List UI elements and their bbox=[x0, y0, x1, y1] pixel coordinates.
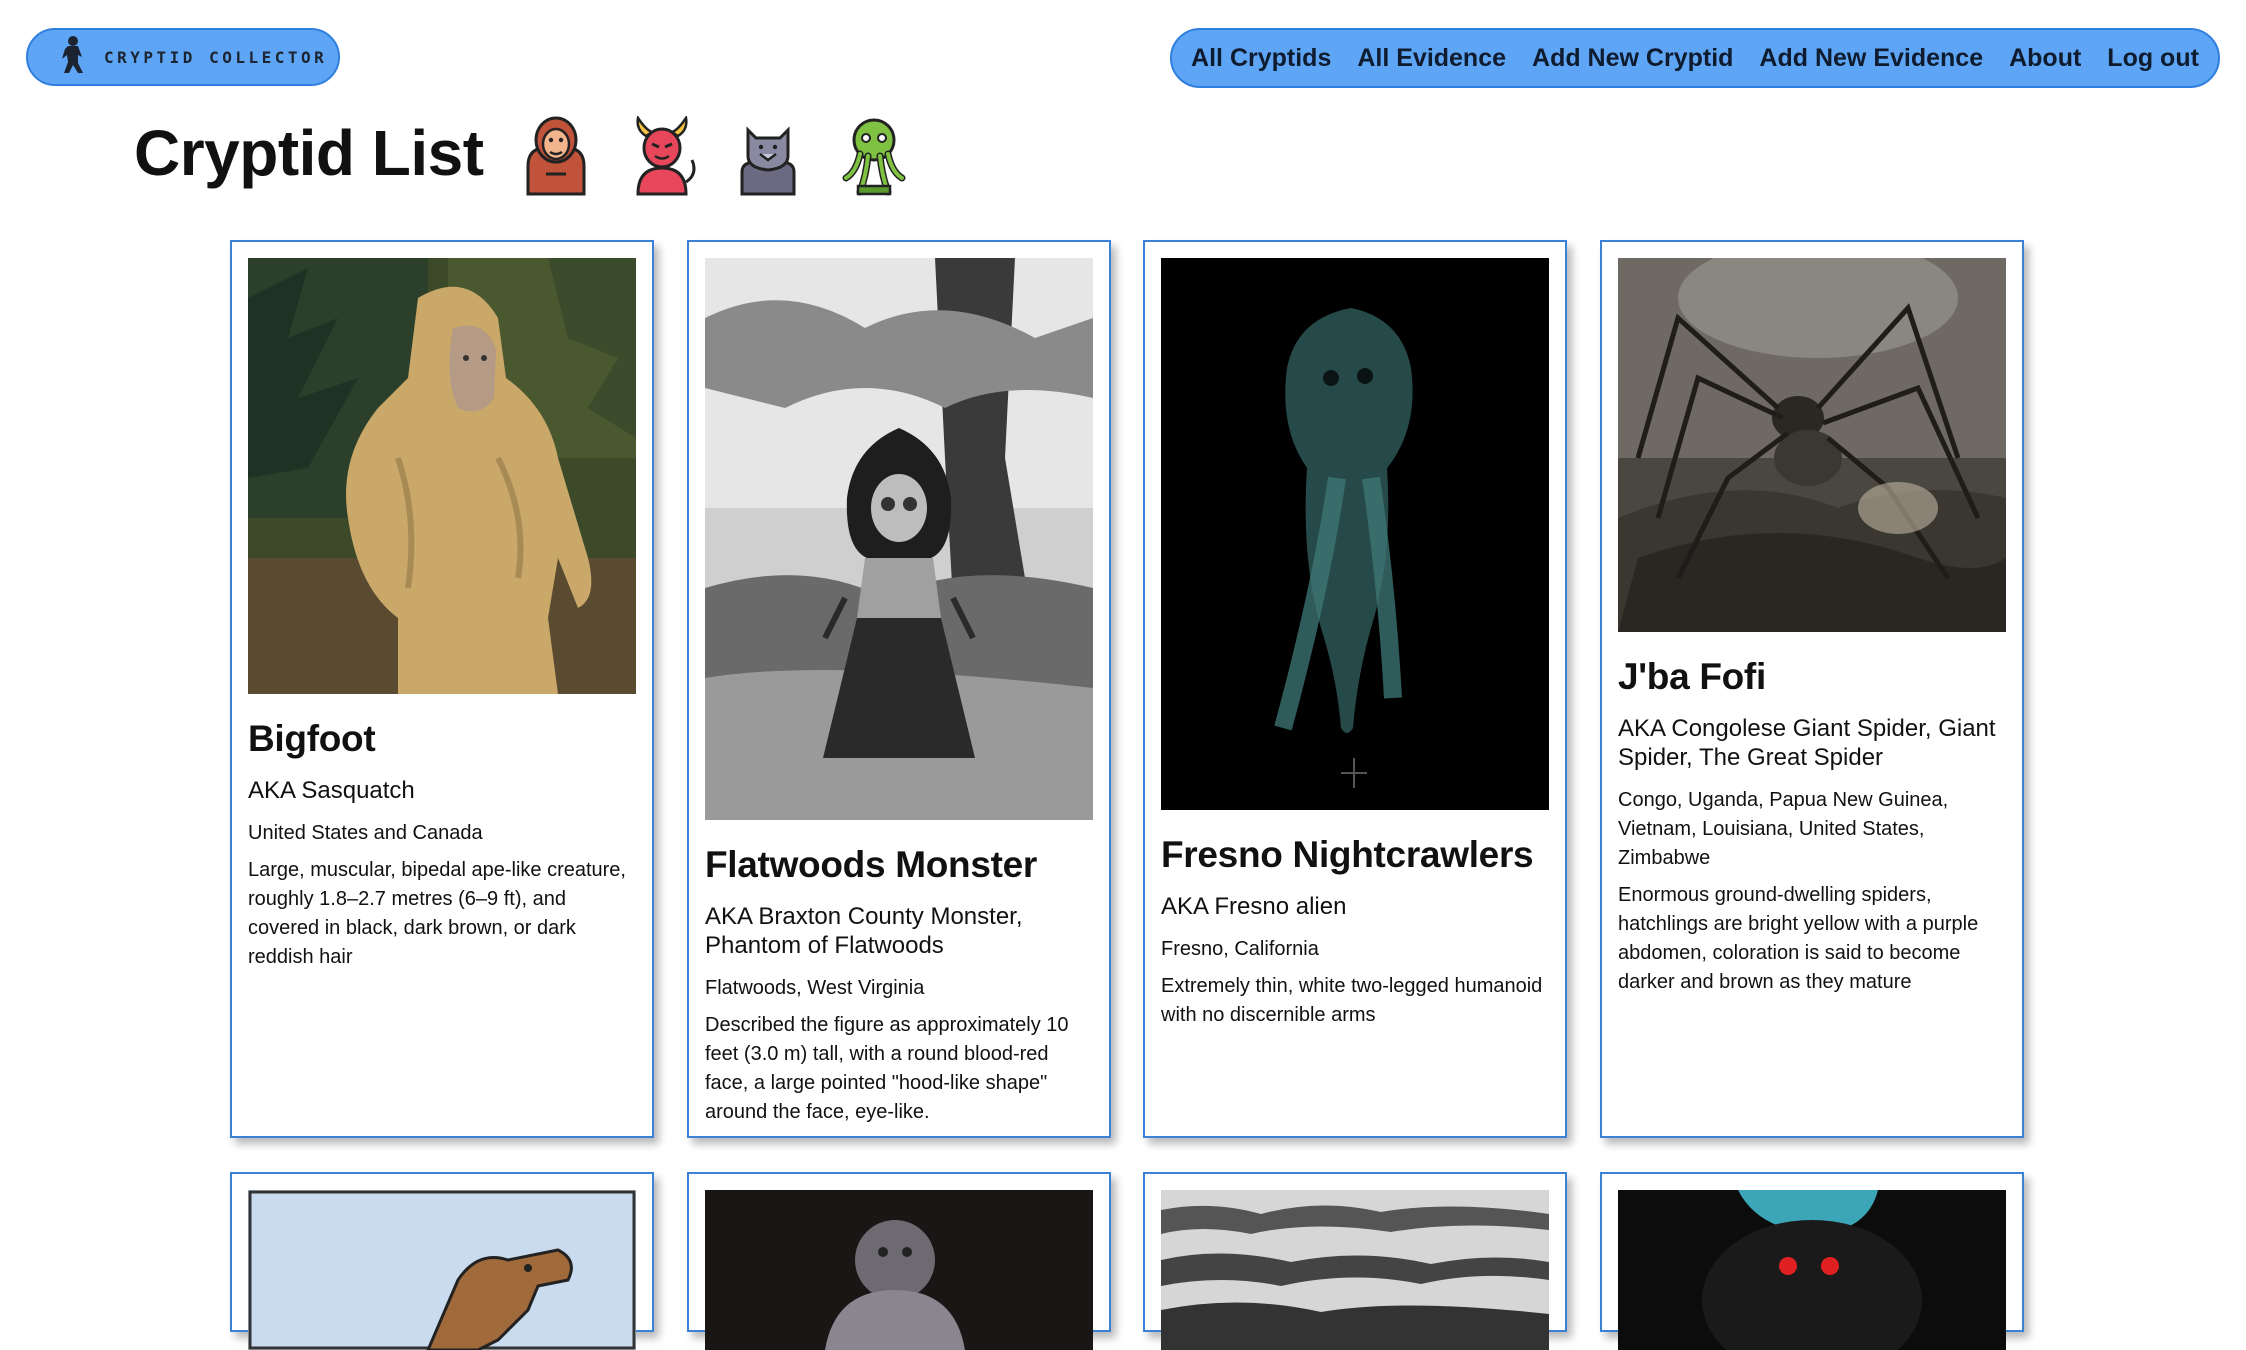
card-body: Flatwoods Monster AKA Braxton County Mon… bbox=[705, 844, 1097, 1127]
cryptid-photo bbox=[248, 1190, 636, 1350]
cryptid-photo bbox=[705, 1190, 1093, 1350]
werewolf-icon bbox=[730, 116, 806, 196]
cryptid-aka: AKA Sasquatch bbox=[248, 777, 415, 804]
cryptid-photo bbox=[1618, 1190, 2006, 1350]
nav-add-new-evidence[interactable]: Add New Evidence bbox=[1759, 44, 1983, 73]
cryptid-photo bbox=[1618, 258, 2006, 632]
cryptid-name: Fresno Nightcrawlers bbox=[1161, 834, 1534, 875]
cthulhu-icon bbox=[836, 116, 912, 196]
logo-text: CRYPTID COLLECTOR bbox=[104, 47, 328, 67]
cryptid-photo bbox=[705, 258, 1093, 820]
card-body: Bigfoot AKA Sasquatch United States and … bbox=[248, 718, 640, 972]
cryptid-aka: AKA Fresno alien bbox=[1161, 893, 1347, 920]
cryptid-card[interactable]: Bigfoot AKA Sasquatch United States and … bbox=[230, 240, 654, 1138]
page-title: Cryptid List bbox=[134, 117, 484, 189]
cryptid-description: Enormous ground-dwelling spiders, hatchl… bbox=[1618, 884, 1979, 993]
cryptid-name: Bigfoot bbox=[248, 718, 376, 759]
nav-add-new-cryptid[interactable]: Add New Cryptid bbox=[1532, 44, 1733, 73]
nav-all-cryptids[interactable]: All Cryptids bbox=[1191, 44, 1331, 73]
cryptid-card[interactable]: J'ba Fofi AKA Congolese Giant Spider, Gi… bbox=[1600, 240, 2024, 1138]
cryptid-card[interactable] bbox=[230, 1172, 654, 1350]
cryptid-location: Fresno, California bbox=[1161, 938, 1319, 960]
bigfoot-face-icon bbox=[518, 116, 594, 196]
nav-log-out[interactable]: Log out bbox=[2107, 44, 2199, 73]
cryptid-name: Flatwoods Monster bbox=[705, 844, 1038, 885]
cryptid-location: Congo, Uganda, Papua New Guinea, Vietnam… bbox=[1618, 789, 1949, 869]
cryptid-photo bbox=[1161, 258, 1549, 810]
nav-all-evidence[interactable]: All Evidence bbox=[1357, 44, 1506, 73]
main-nav: All Cryptids All Evidence Add New Crypti… bbox=[1170, 28, 2220, 88]
cryptid-card[interactable] bbox=[687, 1172, 1111, 1350]
cryptid-card[interactable]: Fresno Nightcrawlers AKA Fresno alien Fr… bbox=[1143, 240, 1567, 1138]
nav-about[interactable]: About bbox=[2009, 44, 2081, 73]
card-body: J'ba Fofi AKA Congolese Giant Spider, Gi… bbox=[1618, 656, 2010, 997]
cryptid-card[interactable] bbox=[1143, 1172, 1567, 1350]
cryptid-photo bbox=[248, 258, 636, 694]
cryptid-card[interactable]: Flatwoods Monster AKA Braxton County Mon… bbox=[687, 240, 1111, 1138]
cryptid-description: Large, muscular, bipedal ape-like creatu… bbox=[248, 859, 626, 968]
cryptid-description: Extremely thin, white two-legged humanoi… bbox=[1161, 975, 1543, 1026]
cryptid-photo bbox=[1161, 1190, 1549, 1350]
cryptid-card[interactable] bbox=[1600, 1172, 2024, 1350]
cryptid-name: J'ba Fofi bbox=[1618, 656, 1766, 697]
cryptid-aka: AKA Congolese Giant Spider, Giant Spider… bbox=[1618, 715, 1996, 771]
cryptid-location: Flatwoods, West Virginia bbox=[705, 977, 925, 999]
devil-icon bbox=[624, 114, 700, 196]
cryptid-aka: AKA Braxton County Monster, Phantom of F… bbox=[705, 903, 1023, 959]
home-logo-button[interactable]: CRYPTID COLLECTOR bbox=[26, 28, 340, 86]
bigfoot-silhouette-icon bbox=[56, 35, 90, 80]
cryptid-location: United States and Canada bbox=[248, 822, 483, 844]
card-body: Fresno Nightcrawlers AKA Fresno alien Fr… bbox=[1161, 834, 1553, 1030]
cryptid-description: Described the figure as approximately 10… bbox=[705, 1014, 1069, 1123]
